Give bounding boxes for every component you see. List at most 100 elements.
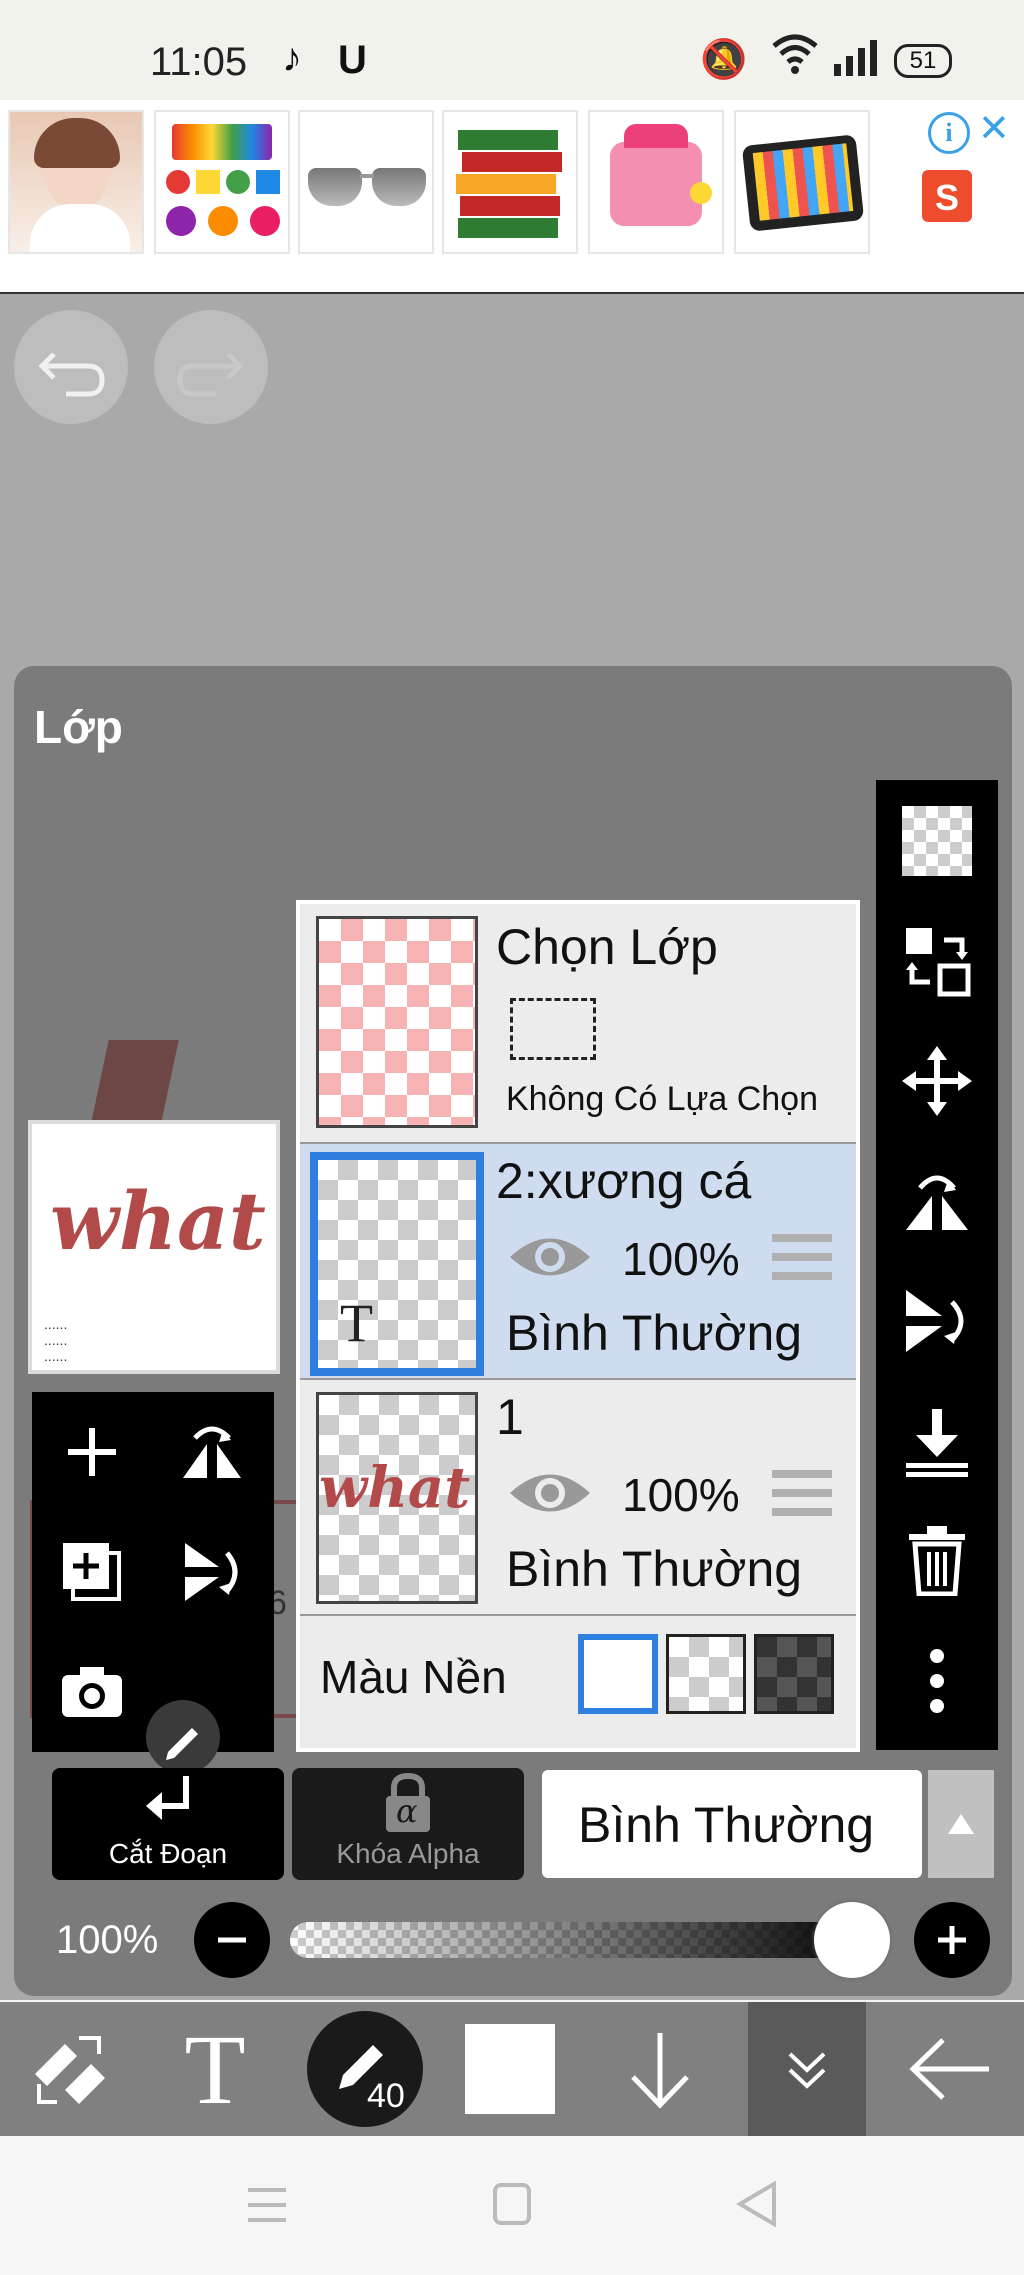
canvas-preview[interactable]: what ...... ...... ...... <box>28 1120 280 1374</box>
checkerboard-icon <box>902 806 972 876</box>
background-dark-option[interactable] <box>754 1634 834 1714</box>
opacity-increase-button[interactable] <box>914 1902 990 1978</box>
flip-horizontal-layer-button[interactable] <box>876 1156 998 1246</box>
system-nav-bar <box>0 2136 1024 2275</box>
move-arrows-icon <box>902 1046 972 1116</box>
panel-title: Lớp <box>34 701 123 753</box>
selection-layer-row[interactable]: Chọn Lớp Không Có Lựa Chọn <box>300 904 856 1142</box>
blend-mode-select[interactable]: Bình Thường <box>542 1770 922 1878</box>
back-button[interactable] <box>890 2002 1010 2136</box>
color-swatch <box>465 2024 555 2114</box>
brush-tool-button[interactable]: 40 <box>300 2002 430 2136</box>
background-transparent-option[interactable] <box>666 1634 746 1714</box>
minus-icon <box>218 1937 246 1943</box>
shopee-icon[interactable]: S <box>922 170 972 222</box>
duplicate-icon <box>63 1543 121 1601</box>
flip-vertical-button[interactable] <box>152 1512 272 1632</box>
transform-tool-button[interactable] <box>0 2002 140 2136</box>
selection-layer-title: Chọn Lớp <box>496 919 718 975</box>
flip-horizontal-button[interactable] <box>152 1392 272 1512</box>
ad-close-icon[interactable]: ✕ <box>978 106 1010 151</box>
transform-icon <box>35 2036 105 2104</box>
collapse-panel-button[interactable] <box>748 2002 866 2136</box>
add-layer-button[interactable] <box>32 1392 152 1512</box>
flip-vertical-icon <box>185 1543 238 1601</box>
camera-button[interactable] <box>32 1632 152 1752</box>
bottom-toolbar: T 40 <box>0 2002 1024 2136</box>
layer-row[interactable]: T 2:xương cá 100% Bình Thường <box>300 1144 856 1378</box>
layer-thumbnail: what <box>316 1392 478 1604</box>
duplicate-layer-button[interactable] <box>32 1512 152 1632</box>
eye-icon[interactable] <box>508 1466 592 1520</box>
brush-size: 40 <box>367 2077 405 2115</box>
delete-layer-button[interactable] <box>876 1516 998 1606</box>
layer-row[interactable]: what 1 100% Bình Thường <box>300 1380 856 1614</box>
flip-horizontal-icon <box>183 1426 241 1478</box>
arrow-down-icon <box>631 2033 689 2109</box>
ad-product-notebooks[interactable] <box>442 110 578 254</box>
move-down-button[interactable] <box>600 2002 720 2136</box>
ad-banner[interactable]: i ✕ S <box>0 100 1024 295</box>
battery-icon: 51 <box>894 44 952 78</box>
tiktok-icon: ♪ <box>282 36 302 80</box>
status-bar: 11:05 ♪ U 🔕 51 <box>0 0 1024 100</box>
flip-vertical-layer-button[interactable] <box>876 1276 998 1366</box>
swap-layers-icon <box>906 928 971 997</box>
layer-opacity: 100% <box>622 1469 740 1521</box>
ad-product-kids-tablet[interactable] <box>734 110 870 254</box>
clipping-button[interactable]: Cắt Đoạn <box>52 1768 284 1880</box>
redo-button[interactable] <box>154 310 268 424</box>
flip-horizontal-icon <box>906 1175 968 1230</box>
brush-tool-icon: 40 <box>307 2011 423 2127</box>
layer-blend-mode: Bình Thường <box>506 1541 803 1597</box>
opacity-slider-thumb[interactable] <box>814 1902 890 1978</box>
layer-right-toolbar <box>876 780 998 1750</box>
menu-icon[interactable] <box>246 2184 288 2226</box>
alpha-glyph: α <box>396 1792 418 1830</box>
more-options-button[interactable] <box>876 1636 998 1726</box>
preview-text: what <box>50 1174 266 1268</box>
triangle-up-icon <box>948 1814 974 1834</box>
selection-layer-subtitle: Không Có Lựa Chọn <box>506 1080 818 1118</box>
plus-icon <box>68 1428 116 1476</box>
color-picker-button[interactable] <box>450 2002 570 2136</box>
text-tool-button[interactable]: T <box>150 2002 280 2136</box>
merge-down-button[interactable] <box>876 1396 998 1486</box>
text-layer-icon: T <box>340 1293 373 1353</box>
chevron-double-down-icon <box>788 2052 826 2089</box>
pen-handle[interactable] <box>146 1700 220 1774</box>
transparency-button[interactable] <box>876 796 998 886</box>
ad-info-icon[interactable]: i <box>928 112 970 154</box>
opacity-decrease-button[interactable] <box>194 1902 270 1978</box>
swap-layer-button[interactable] <box>876 916 998 1006</box>
alpha-lock-button[interactable]: α Khóa Alpha <box>292 1768 524 1880</box>
selection-layer-thumbnail <box>316 916 478 1128</box>
eye-icon[interactable] <box>508 1230 592 1284</box>
layer-quick-tools <box>32 1392 274 1752</box>
layer-name: 2:xương cá <box>496 1153 752 1209</box>
signal-icon <box>834 40 877 76</box>
ad-product-sunglasses[interactable] <box>298 110 434 254</box>
home-icon[interactable] <box>492 2182 532 2226</box>
ad-product-toy-kitchen[interactable] <box>588 110 724 254</box>
drag-handle-icon[interactable] <box>772 1468 832 1518</box>
opacity-slider-track[interactable] <box>290 1922 872 1958</box>
undo-button[interactable] <box>14 310 128 424</box>
clipping-label: Cắt Đoạn <box>108 1838 228 1869</box>
blend-mode-dropdown-button[interactable] <box>928 1770 994 1878</box>
ad-product-portrait[interactable] <box>8 110 144 254</box>
background-label: Màu Nền <box>320 1651 507 1703</box>
background-white-option[interactable] <box>578 1634 658 1714</box>
back-nav-icon[interactable] <box>734 2180 778 2228</box>
more-vertical-icon <box>930 1649 944 1713</box>
move-button[interactable] <box>876 1036 998 1126</box>
clipping-arrow-icon <box>146 1776 189 1820</box>
layer-thumbnail-text: what <box>319 1455 471 1521</box>
drag-handle-icon[interactable] <box>772 1232 832 1282</box>
background-color-row: Màu Nền <box>300 1616 856 1748</box>
layer-blend-mode: Bình Thường <box>506 1305 803 1361</box>
trash-icon <box>909 1526 965 1596</box>
camera-icon <box>62 1667 122 1717</box>
ad-product-popit[interactable] <box>154 110 290 254</box>
wifi-icon <box>772 34 818 74</box>
